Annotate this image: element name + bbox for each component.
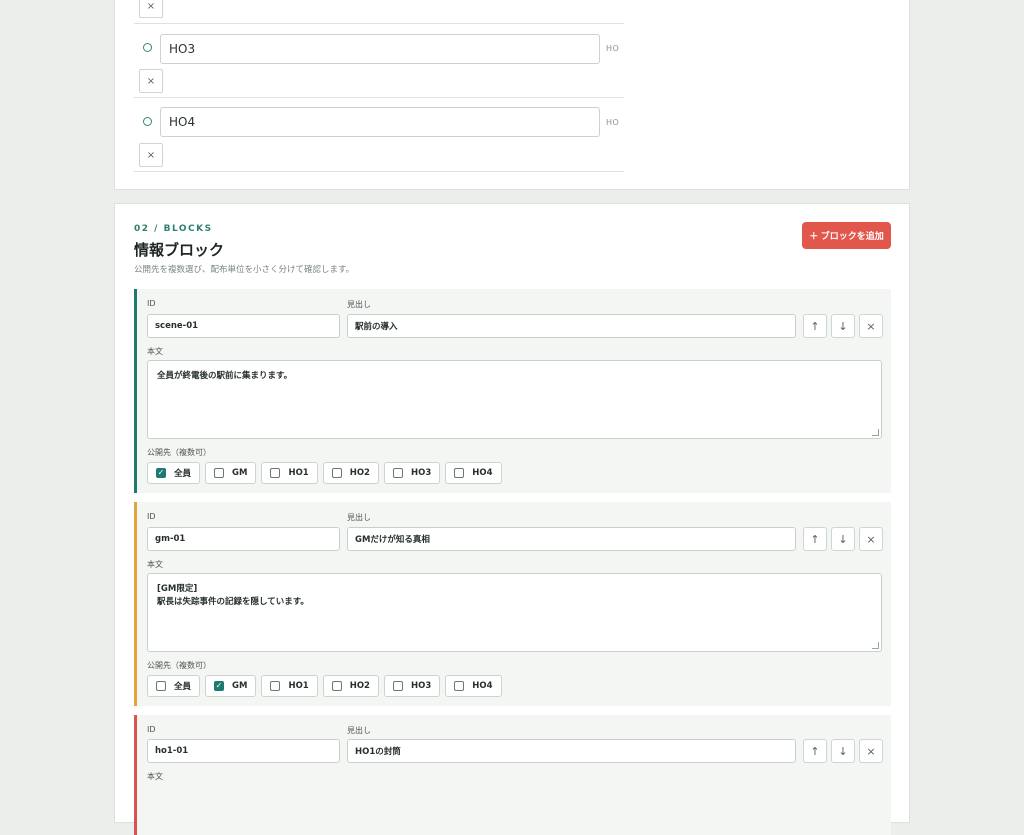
audience-chip-ho3[interactable]: HO3	[383, 675, 441, 697]
close-icon: ×	[866, 532, 876, 546]
block-id-input[interactable]: gm-01	[147, 527, 340, 551]
audience-chip-ho4[interactable]: HO4	[445, 675, 502, 697]
visibility-label: 公開先（複数可）	[147, 448, 211, 457]
heading-label: 見出し	[347, 726, 371, 735]
audience-chip-gm[interactable]: GM	[205, 462, 257, 484]
move-up-button[interactable]: ↑	[803, 314, 827, 338]
resize-handle-icon[interactable]	[872, 642, 879, 649]
move-up-button[interactable]: ↑	[803, 527, 827, 551]
body-label: 本文	[147, 772, 163, 781]
resize-handle-icon[interactable]	[872, 429, 879, 436]
checkbox-icon[interactable]	[454, 681, 465, 691]
arrow-up-icon: ↑	[810, 532, 820, 546]
checkbox-icon[interactable]	[331, 468, 342, 478]
audience-chip-ho2[interactable]: HO2	[322, 462, 379, 484]
block-heading-input[interactable]: GMだけが知る真相	[347, 527, 796, 551]
move-down-button[interactable]: ↓	[831, 314, 855, 338]
audience-chip-ho2[interactable]: HO2	[322, 675, 379, 697]
id-label: ID	[147, 725, 156, 734]
close-icon: ×	[146, 75, 156, 87]
close-icon: ×	[866, 319, 876, 333]
delete-block-button[interactable]: ×	[859, 314, 883, 338]
block-id-input[interactable]: scene-01	[147, 314, 340, 338]
handout-tag: HO	[606, 44, 620, 53]
checkbox-icon[interactable]	[392, 681, 403, 691]
block-body-textarea[interactable]: [GM限定] 駅長は失踪事件の記録を隠しています。	[147, 573, 882, 652]
checkbox-icon[interactable]	[454, 468, 465, 478]
audience-chips: 全員 ✓ GM HO1 HO2 HO3 HO4	[147, 675, 502, 697]
arrow-up-icon: ↑	[810, 319, 820, 333]
block-body-textarea[interactable]: 全員が終電後の駅前に集まります。	[147, 360, 882, 439]
remove-handout-button[interactable]: ×	[139, 0, 163, 18]
block-heading-input[interactable]: HO1の封筒	[347, 739, 796, 763]
handout-row: HO4 HO ×	[134, 98, 624, 172]
info-block: ID 見出し gm-01 GMだけが知る真相 ↑ ↓ × 本文 [GM限定] 駅…	[134, 502, 891, 706]
move-down-button[interactable]: ↓	[831, 739, 855, 763]
checkbox-icon[interactable]	[331, 681, 342, 691]
checkbox-checked-icon[interactable]: ✓	[156, 468, 166, 478]
visibility-label: 公開先（複数可）	[147, 661, 211, 670]
info-block: ID 見出し ho1-01 HO1の封筒 ↑ ↓ × 本文	[134, 715, 891, 835]
body-label: 本文	[147, 560, 163, 569]
handout-tag: HO	[606, 118, 620, 127]
audience-chip-all[interactable]: ✓ 全員	[147, 462, 201, 484]
checkbox-icon[interactable]	[270, 681, 281, 691]
handout-radio[interactable]	[143, 117, 152, 126]
heading-label: 見出し	[347, 300, 371, 309]
id-label: ID	[147, 299, 156, 308]
move-down-button[interactable]: ↓	[831, 527, 855, 551]
handout-name-input[interactable]: HO3	[160, 34, 600, 64]
checkbox-checked-icon[interactable]: ✓	[214, 681, 225, 691]
audience-chips: ✓ 全員 GM HO1 HO2 HO3 HO4	[147, 462, 502, 484]
audience-chip-ho4[interactable]: HO4	[445, 462, 502, 484]
add-block-button[interactable]: ＋ ブロックを追加	[802, 222, 891, 249]
arrow-up-icon: ↑	[810, 744, 820, 758]
delete-block-button[interactable]: ×	[859, 739, 883, 763]
arrow-down-icon: ↓	[838, 744, 848, 758]
audience-chip-ho3[interactable]: HO3	[383, 462, 441, 484]
delete-block-button[interactable]: ×	[859, 527, 883, 551]
id-label: ID	[147, 512, 156, 521]
divider	[134, 171, 624, 172]
checkbox-icon[interactable]	[270, 468, 281, 478]
blocks-card: 02 / BLOCKS 情報ブロック 公開先を複数選び、配布単位を小さく分けて確…	[114, 203, 910, 835]
arrow-down-icon: ↓	[838, 532, 848, 546]
checkbox-icon[interactable]	[156, 681, 166, 691]
remove-handout-button[interactable]: ×	[139, 143, 163, 167]
handout-row: HO3 HO ×	[134, 24, 624, 98]
handout-card: × HO3 HO × HO4 HO ×	[114, 0, 910, 190]
checkbox-icon[interactable]	[392, 468, 403, 478]
info-block: ID 見出し scene-01 駅前の導入 ↑ ↓ × 本文 全員が終電後の駅前…	[134, 289, 891, 493]
section-eyebrow: 02 / BLOCKS	[134, 224, 213, 234]
close-icon: ×	[146, 0, 156, 12]
move-up-button[interactable]: ↑	[803, 739, 827, 763]
arrow-down-icon: ↓	[838, 319, 848, 333]
checkbox-icon[interactable]	[214, 468, 225, 478]
audience-chip-gm[interactable]: ✓ GM	[205, 675, 257, 697]
heading-label: 見出し	[347, 513, 371, 522]
body-label: 本文	[147, 347, 163, 356]
remove-handout-button[interactable]: ×	[139, 69, 163, 93]
close-icon: ×	[146, 149, 156, 161]
close-icon: ×	[866, 744, 876, 758]
block-id-input[interactable]: ho1-01	[147, 739, 340, 763]
audience-chip-ho1[interactable]: HO1	[261, 675, 318, 697]
section-subtitle: 公開先を複数選び、配布単位を小さく分けて確認します。	[134, 265, 355, 275]
block-heading-input[interactable]: 駅前の導入	[347, 314, 796, 338]
audience-chip-all[interactable]: 全員	[147, 675, 201, 697]
audience-chip-ho1[interactable]: HO1	[261, 462, 318, 484]
handout-radio[interactable]	[143, 43, 152, 52]
handout-name-input[interactable]: HO4	[160, 107, 600, 137]
section-title: 情報ブロック	[134, 241, 225, 259]
